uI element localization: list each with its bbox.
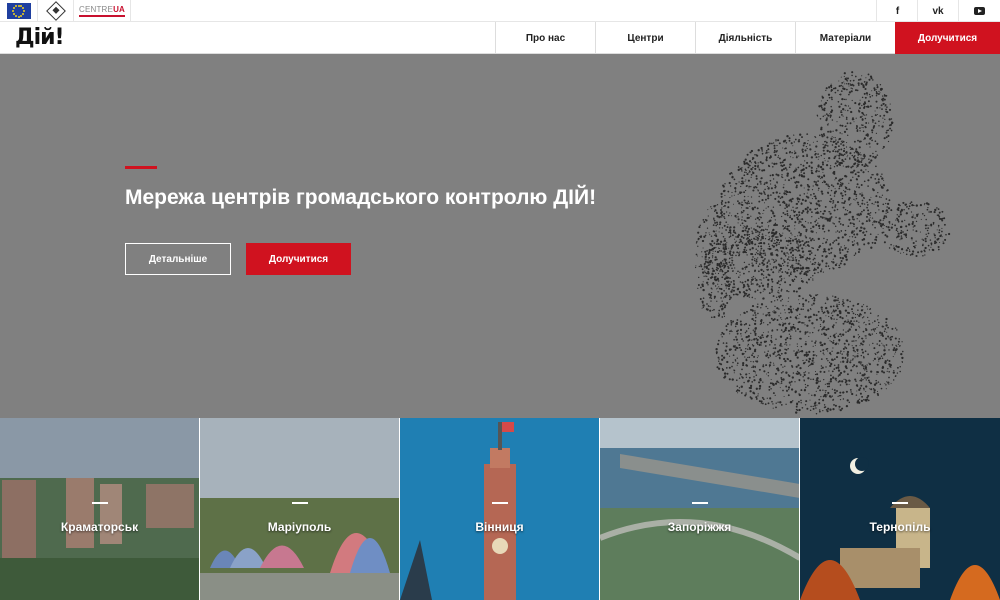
city-name: Краматорськ [60, 520, 139, 534]
city-name: Вінниця [475, 520, 524, 534]
city-dash [892, 502, 908, 504]
join-button[interactable]: Долучитися [246, 243, 351, 275]
city-tile-mariupol[interactable]: Маріуполь [200, 418, 400, 600]
eu-flag-icon [6, 3, 31, 19]
centre-ua-prefix: CENTRE [78, 5, 114, 14]
top-bar: CENTREUA f vk [0, 0, 1000, 22]
vinnytsia-photo [400, 418, 599, 600]
mariupol-photo [200, 418, 399, 600]
city-tile-kramatorsk[interactable]: Краматорськ [0, 418, 200, 600]
nav-join-button[interactable]: Долучитися [895, 22, 1000, 54]
city-tile-ternopil[interactable]: Тернопіль [800, 418, 1000, 600]
runner-particles-image [694, 71, 951, 415]
nav-item-centers[interactable]: Центри [595, 22, 695, 54]
kramatorsk-photo [0, 418, 199, 600]
nav-item-materials[interactable]: Матеріали [795, 22, 895, 54]
hero-accent-line [125, 166, 157, 169]
vk-icon: vk [932, 5, 944, 17]
site-logo[interactable]: Дій! [15, 25, 65, 51]
nav-item-about[interactable]: Про нас [495, 22, 595, 54]
hero-banner: Мережа центрів громадського контролю ДІЙ… [0, 54, 1000, 418]
facebook-link[interactable]: f [876, 0, 918, 22]
city-dash [91, 502, 108, 504]
hero-title: Мережа центрів громадського контролю ДІЙ… [125, 186, 597, 209]
nav-item-activity[interactable]: Діяльність [695, 22, 795, 54]
city-dash [691, 502, 708, 504]
city-tiles: Краматорськ Маріуполь Вінниця Запоріжжя … [0, 418, 1000, 600]
youtube-link[interactable] [958, 0, 1000, 22]
centre-ua-suffix: UA [113, 5, 126, 14]
city-name: Маріуполь [267, 520, 332, 534]
city-tile-vinnytsia[interactable]: Вінниця [400, 418, 600, 600]
city-name: Запоріжжя [667, 520, 732, 534]
more-button[interactable]: Детальніше [125, 243, 231, 275]
youtube-icon [974, 7, 985, 15]
centre-ua-logo[interactable]: CENTREUA [74, 0, 131, 22]
partner-diamond-logo[interactable] [38, 0, 74, 22]
vk-link[interactable]: vk [917, 0, 958, 22]
eu-flag-logo[interactable] [0, 0, 38, 22]
city-name: Тернопіль [869, 520, 931, 534]
facebook-icon: f [895, 5, 900, 17]
city-dash [491, 502, 508, 504]
diamond-logo-icon [45, 1, 66, 21]
city-dash [291, 502, 308, 504]
city-tile-zaporizhzhia[interactable]: Запоріжжя [600, 418, 800, 600]
zaporizhzhia-photo [600, 418, 799, 600]
main-nav: Дій! Про нас Центри Діяльність Матеріали… [0, 22, 1000, 54]
ternopil-photo [800, 418, 1000, 600]
